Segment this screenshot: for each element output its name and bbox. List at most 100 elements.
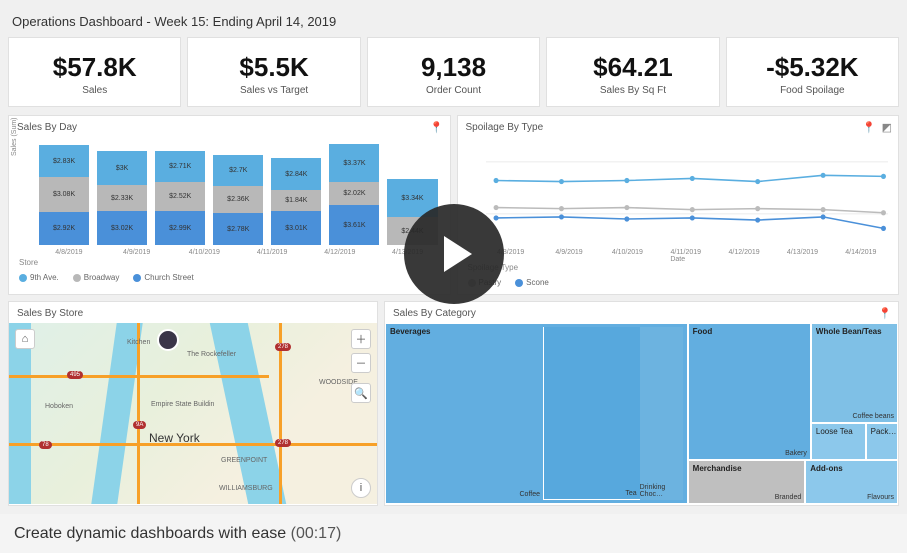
panel-title: Sales By Day [9, 116, 450, 137]
sales-by-day-panel: Sales By Day 📍 Sales (Sum) $2.83K $3.08K… [8, 115, 451, 295]
bar-seg: $3.61K [329, 205, 379, 245]
legend-item[interactable]: Scone [515, 278, 549, 287]
bar-col: $2.84K $1.84K $3.01K [271, 158, 321, 245]
spoilage-by-type-panel: Spoilage By Type 📍 ◩ 200 100 4/8 [457, 115, 900, 295]
bottom-row: Sales By Store 78 495 9A 278 278 New Yor… [8, 301, 899, 506]
bar-seg: $3.08K [39, 177, 89, 212]
tm-label: Flavours [867, 494, 894, 501]
map-search-button[interactable]: 🔍 [351, 383, 371, 403]
line-chart[interactable]: 200 100 [458, 137, 899, 247]
map-place: WILLIAMSBURG [219, 485, 273, 492]
map-info-button[interactable]: i [351, 478, 371, 498]
map[interactable]: 78 495 9A 278 278 New York Hoboken Empir… [9, 323, 377, 504]
kpi-sales[interactable]: $57.8K Sales [8, 37, 181, 107]
treemap[interactable]: Beverages Coffee Tea Drinking Choc… Food [385, 323, 898, 504]
kpi-label: Food Spoilage [731, 85, 894, 96]
map-place: Hoboken [45, 403, 73, 410]
kpi-value: 9,138 [372, 52, 535, 83]
tm-label: Beverages [390, 327, 430, 336]
tm-label: Tea [625, 490, 636, 497]
bar-seg: $2.71K [155, 151, 205, 182]
x-label: 4/14/2019 [836, 249, 886, 256]
kpi-label: Sales vs Target [192, 85, 355, 96]
bar-seg: $3.02K [97, 211, 147, 245]
tm-label: Drinking Choc… [640, 484, 680, 498]
bar-seg: $3.37K [329, 144, 379, 182]
bar-seg: $2.36K [213, 186, 263, 213]
pin-icon[interactable]: 📍 [862, 121, 876, 134]
bar-seg: $2.33K [97, 185, 147, 211]
kpi-value: $5.5K [192, 52, 355, 83]
kpi-value: -$5.32K [731, 52, 894, 83]
bar-chart[interactable]: $2.83K $3.08K $2.92K $3K $2.33K $3.02K $… [9, 137, 450, 247]
caption-time: (00:17) [291, 525, 342, 542]
bar-seg: $2.52K [155, 182, 205, 211]
bar-col: $3K $2.33K $3.02K [97, 151, 147, 245]
kpi-value: $57.8K [13, 52, 176, 83]
bar-seg: $1.84K [271, 190, 321, 211]
chart-toggle-icon[interactable]: ◩ [882, 121, 892, 134]
legend-title: Store [9, 258, 450, 267]
tm-label: Add-ons [810, 464, 842, 473]
play-button[interactable] [404, 204, 504, 304]
pin-icon[interactable]: 📍 [878, 307, 892, 320]
kpi-label: Sales [13, 85, 176, 96]
legend: 9th Ave. Broadway Church Street [9, 267, 450, 286]
tm-label: Coffee beans [852, 413, 894, 420]
map-place: Empire State Buildin [151, 401, 214, 408]
kpi-order-count[interactable]: 9,138 Order Count [367, 37, 540, 107]
panel-title: Sales By Category [385, 302, 898, 323]
x-labels: 4/8/2019 4/9/2019 4/10/2019 4/11/2019 4/… [9, 247, 450, 258]
map-zoom-out-button[interactable]: － [351, 353, 371, 373]
road-label: 78 [39, 441, 52, 449]
x-label: 4/10/2019 [602, 249, 652, 256]
x-axis-label: Date [458, 256, 899, 263]
x-label: 4/11/2019 [242, 249, 302, 256]
road-label: 495 [67, 371, 83, 379]
tm-label: Whole Bean/Teas [816, 327, 882, 336]
bar-col: $2.7K $2.36K $2.78K [213, 155, 263, 245]
kpi-sales-vs-target[interactable]: $5.5K Sales vs Target [187, 37, 360, 107]
tm-label: Food [693, 327, 713, 336]
tm-label: Coffee [520, 491, 541, 498]
kpi-row: $57.8K Sales $5.5K Sales vs Target 9,138… [8, 37, 899, 107]
bar-seg: $2.92K [39, 212, 89, 245]
pin-icon[interactable]: 📍 [430, 121, 444, 134]
map-marker-icon[interactable] [157, 329, 179, 351]
play-icon [444, 236, 472, 272]
tm-label: Bakery [785, 450, 807, 457]
bar-seg: $3K [97, 151, 147, 185]
kpi-label: Order Count [372, 85, 535, 96]
road-label: 278 [275, 343, 291, 351]
tm-label: Merchandise [693, 464, 742, 473]
legend-item[interactable]: 9th Ave. [19, 273, 59, 282]
x-label: 4/10/2019 [175, 249, 235, 256]
x-label: 4/12/2019 [310, 249, 370, 256]
bar-col: $2.71K $2.52K $2.99K [155, 151, 205, 245]
map-zoom-in-button[interactable]: ＋ [351, 329, 371, 349]
bar-seg: $2.02K [329, 182, 379, 205]
map-place: The Rockefeller [187, 351, 236, 358]
map-home-button[interactable]: ⌂ [15, 329, 35, 349]
sales-by-category-panel: Sales By Category 📍 Beverages Coffee Tea… [384, 301, 899, 506]
sales-by-store-panel: Sales By Store 78 495 9A 278 278 New Yor… [8, 301, 378, 506]
legend-item[interactable]: Church Street [133, 273, 193, 282]
map-place: GREENPOINT [221, 457, 267, 464]
legend-item[interactable]: Broadway [73, 273, 120, 282]
bar-seg: $2.83K [39, 145, 89, 177]
kpi-label: Sales By Sq Ft [551, 85, 714, 96]
x-label: 4/9/2019 [107, 249, 167, 256]
x-label: 4/11/2019 [661, 249, 711, 256]
kpi-value: $64.21 [551, 52, 714, 83]
tm-label: Pack… [871, 427, 897, 436]
bar-col: $2.83K $3.08K $2.92K [39, 145, 89, 245]
x-label: 4/8/2019 [39, 249, 99, 256]
video-caption: Create dynamic dashboards with ease (00:… [14, 525, 341, 543]
legend: Pastry Scone [458, 272, 899, 291]
tm-label: Branded [775, 494, 801, 501]
bar-seg: $2.84K [271, 158, 321, 190]
tm-label: Loose Tea [816, 427, 853, 436]
kpi-food-spoilage[interactable]: -$5.32K Food Spoilage [726, 37, 899, 107]
kpi-sales-sqft[interactable]: $64.21 Sales By Sq Ft [546, 37, 719, 107]
page-title: Operations Dashboard - Week 15: Ending A… [8, 8, 899, 37]
